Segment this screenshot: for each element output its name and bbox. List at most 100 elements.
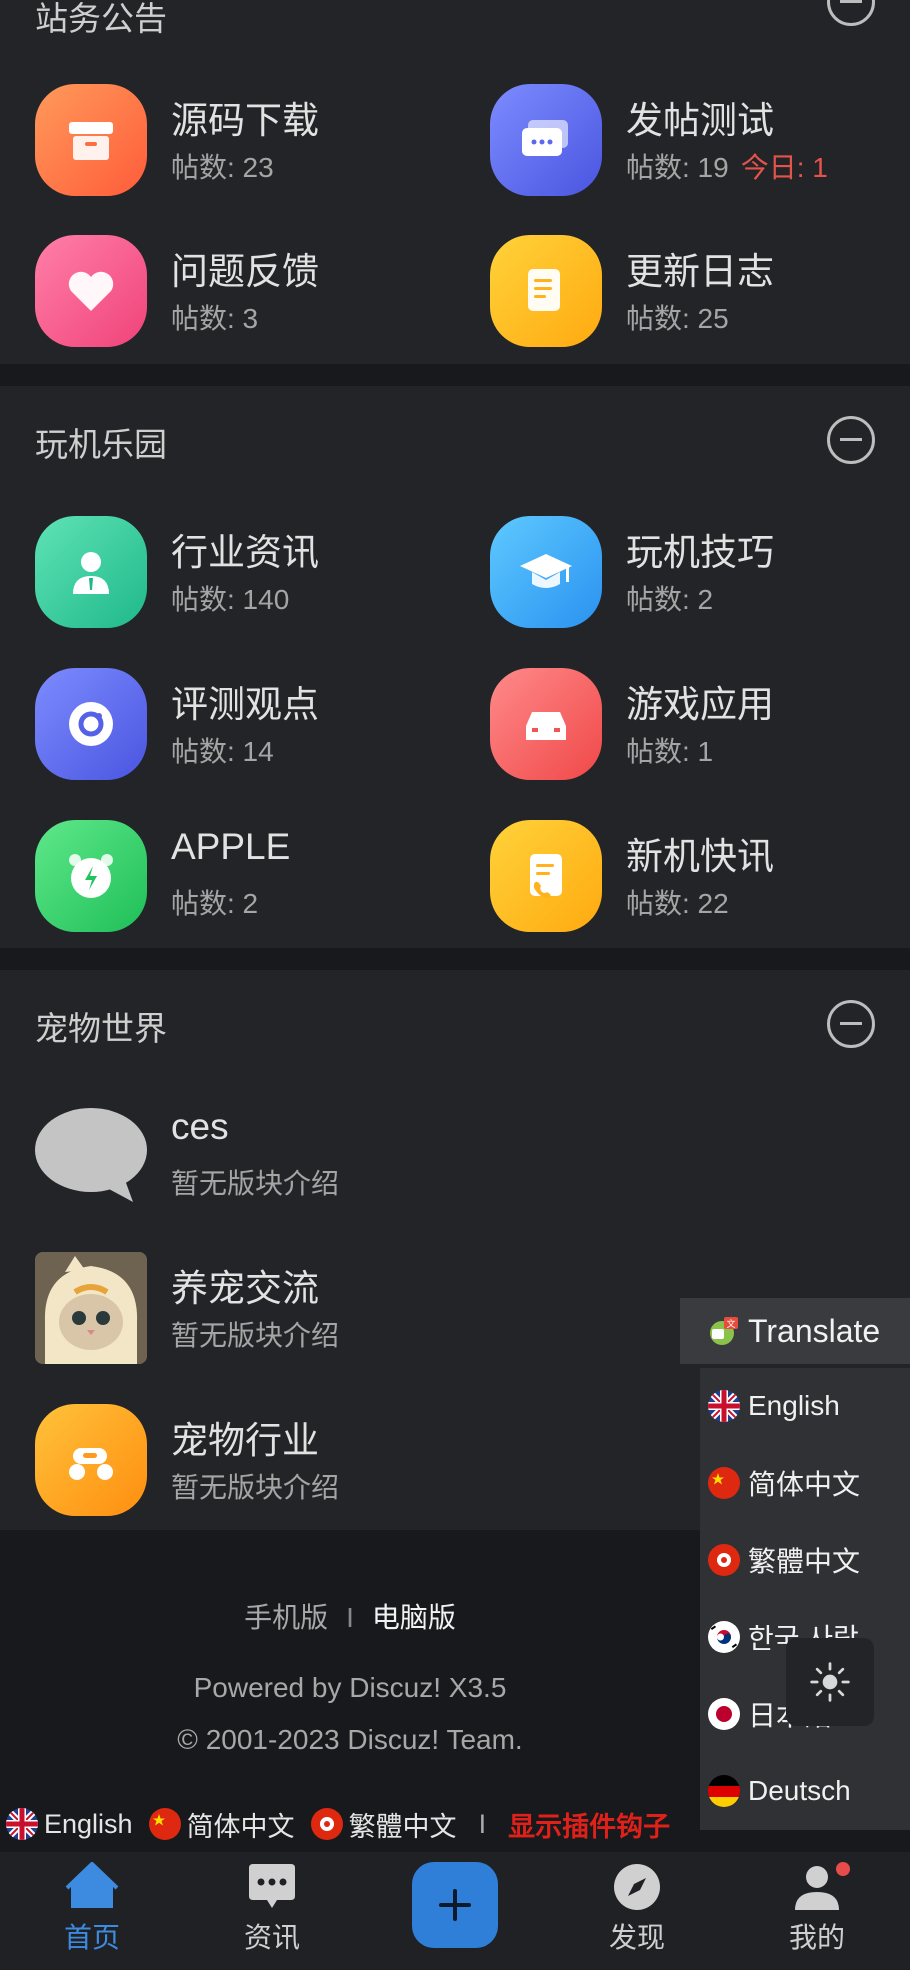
box-icon: [35, 84, 147, 196]
lang-traditional-link[interactable]: 繁體中文: [310, 1805, 457, 1844]
lang-option-english[interactable]: English: [708, 1386, 840, 1426]
forum-count-text: 帖数: 19: [626, 152, 729, 183]
forum-count: 帖数: 2: [626, 584, 714, 615]
forum-desc: 暂无版块介绍: [171, 1168, 340, 1199]
compass-icon: [614, 1864, 660, 1910]
forum-count: 帖数: 1: [626, 736, 714, 767]
language-menu: English 简体中文 繁體中文 한국 사람 日本語 Deutsch: [700, 1368, 910, 1830]
footer-links: 手机版 I 电脑版: [0, 1596, 700, 1636]
forum-count: 帖数: 140: [171, 584, 290, 615]
home-icon: [65, 1862, 119, 1908]
forum-item[interactable]: 问题反馈 帖数: 3: [35, 235, 435, 347]
lang-english-link[interactable]: English: [6, 1808, 133, 1840]
germany-flag-icon: [708, 1775, 740, 1807]
forum-name: 新机快讯: [626, 836, 774, 877]
svg-text:文: 文: [726, 1318, 735, 1330]
person-icon: [35, 516, 147, 628]
tab-mine[interactable]: 我的: [757, 1860, 877, 1956]
copyright: © 2001-2023 Discuz! Team.: [177, 1724, 523, 1755]
forum-item[interactable]: ces 暂无版块介绍: [35, 1100, 735, 1212]
lang-option-german[interactable]: Deutsch: [708, 1771, 851, 1811]
forum-name: APPLE: [171, 826, 291, 867]
section-announcements: 站务公告 源码下载 帖数: 23 发帖测试 帖数: 19 今日: 1 问题反馈 帖…: [0, 0, 910, 364]
lang-option-simplified[interactable]: 简体中文: [708, 1463, 860, 1503]
uk-flag-icon: [6, 1808, 38, 1840]
lang-label: 简体中文: [186, 1811, 295, 1842]
post-button[interactable]: [412, 1862, 498, 1948]
tab-label: 首页: [63, 1922, 120, 1953]
lang-option-label: Deutsch: [748, 1775, 851, 1806]
tab-home[interactable]: 首页: [32, 1860, 152, 1956]
section-title: 玩机乐园: [35, 426, 167, 463]
notification-badge: [836, 1862, 850, 1876]
car-icon: [490, 668, 602, 780]
forum-item[interactable]: 发帖测试 帖数: 19 今日: 1: [490, 84, 890, 196]
powered-by: Powered by Discuz! X3.5: [193, 1672, 507, 1703]
forum-item[interactable]: APPLE 帖数: 2: [35, 820, 435, 932]
japan-flag-icon: [708, 1698, 740, 1730]
message-icon: [249, 1864, 295, 1908]
forum-item[interactable]: 评测观点 帖数: 14: [35, 668, 435, 780]
section-phone-park: 玩机乐园 行业资讯 帖数: 140 玩机技巧 帖数: 2 评测观点 帖数: 14…: [0, 386, 910, 948]
section-title: 宠物世界: [35, 1010, 167, 1047]
translate-icon: 文: [710, 1317, 738, 1345]
lang-label: 繁體中文: [348, 1811, 457, 1842]
tab-label: 我的: [788, 1922, 845, 1953]
speech-bubble-icon: [35, 1100, 147, 1212]
forum-name: 发帖测试: [626, 100, 774, 141]
lang-option-traditional[interactable]: 繁體中文: [708, 1540, 860, 1580]
forum-item[interactable]: 更新日志 帖数: 25: [490, 235, 890, 347]
lang-label: English: [44, 1808, 133, 1839]
footer-separator: I: [346, 1602, 354, 1633]
forum-name: 游戏应用: [626, 684, 774, 725]
china-flag-icon: [148, 1808, 181, 1840]
forum-item[interactable]: 游戏应用 帖数: 1: [490, 668, 890, 780]
plus-icon: [439, 1889, 471, 1921]
mobile-version-link[interactable]: 手机版: [244, 1602, 328, 1633]
lang-separator: I: [478, 1808, 487, 1839]
phone-note-icon: [490, 820, 602, 932]
forum-desc: 暂无版块介绍: [171, 1472, 340, 1503]
lang-option-label: 简体中文: [748, 1469, 861, 1500]
collapse-icon[interactable]: [827, 0, 875, 26]
forum-count: 帖数: 19 今日: 1: [626, 146, 828, 186]
forum-item[interactable]: 养宠交流 暂无版块介绍: [35, 1252, 735, 1364]
theme-toggle-button[interactable]: [786, 1638, 874, 1726]
translate-button[interactable]: 文 Translate: [680, 1298, 910, 1364]
alarm-clock-icon: [35, 820, 147, 932]
lang-simplified-link[interactable]: 简体中文: [148, 1805, 295, 1844]
forum-name: 养宠交流: [171, 1268, 319, 1309]
forum-item[interactable]: 宠物行业 暂无版块介绍: [35, 1404, 735, 1516]
lang-option-label: English: [748, 1390, 840, 1421]
collapse-icon[interactable]: [827, 416, 875, 464]
camera-bubble-icon: [35, 668, 147, 780]
desktop-version-link[interactable]: 电脑版: [372, 1602, 456, 1633]
forum-item[interactable]: 新机快讯 帖数: 22: [490, 820, 890, 932]
forum-count: 帖数: 2: [171, 888, 259, 919]
tab-discover[interactable]: 发现: [577, 1860, 697, 1956]
forum-item[interactable]: 玩机技巧 帖数: 2: [490, 516, 890, 628]
graduation-cap-icon: [490, 516, 602, 628]
forum-desc: 暂无版块介绍: [171, 1320, 340, 1351]
uk-flag-icon: [708, 1390, 740, 1422]
forum-item[interactable]: 源码下载 帖数: 23: [35, 84, 435, 196]
forum-name: 宠物行业: [171, 1420, 319, 1461]
china-flag-icon: [708, 1467, 740, 1499]
sun-icon: [810, 1662, 850, 1702]
hong-kong-flag-icon: [310, 1808, 343, 1840]
forum-today: 今日: 1: [740, 152, 828, 183]
translate-label: Translate: [748, 1312, 881, 1349]
korea-flag-icon: [708, 1621, 740, 1653]
forum-name: 评测观点: [171, 684, 319, 725]
cat-photo: [35, 1252, 147, 1364]
show-plugin-hooks-link[interactable]: 显示插件钩子: [508, 1805, 670, 1844]
forum-name: 玩机技巧: [626, 532, 774, 573]
hong-kong-flag-icon: [708, 1544, 740, 1576]
collapse-icon[interactable]: [827, 1000, 875, 1048]
forum-item[interactable]: 行业资讯 帖数: 140: [35, 516, 435, 628]
bottom-tab-bar: 首页 资讯 发现 我的: [0, 1852, 910, 1970]
tab-news[interactable]: 资讯: [212, 1860, 332, 1956]
forum-name: 问题反馈: [171, 251, 319, 292]
forum-name: 更新日志: [626, 251, 774, 292]
forum-count: 帖数: 14: [171, 736, 274, 767]
